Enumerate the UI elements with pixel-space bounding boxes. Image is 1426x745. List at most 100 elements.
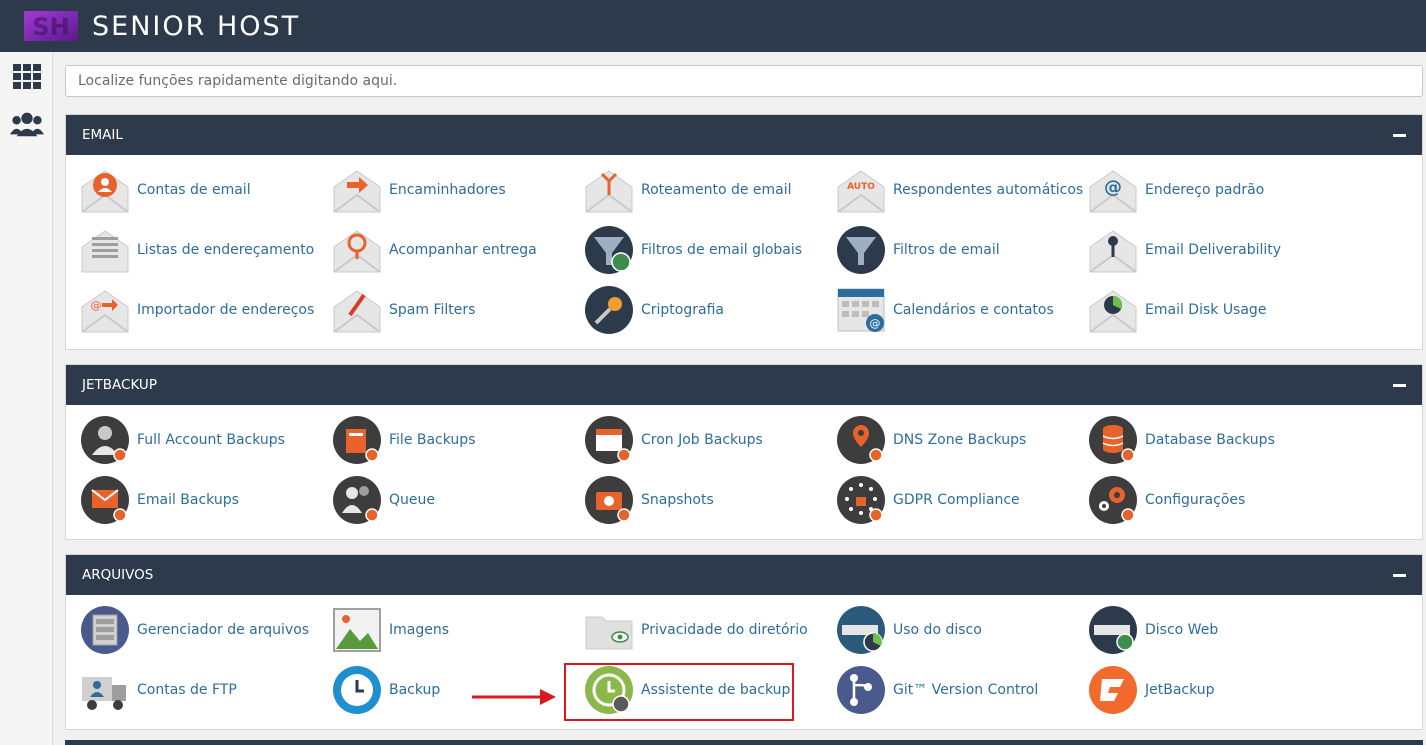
jetbackup-link[interactable]: JetBackup <box>1088 664 1328 716</box>
section-title: EMAIL <box>82 127 123 143</box>
svg-text:@: @ <box>1104 177 1122 198</box>
encryption-link[interactable]: Criptografia <box>584 284 824 336</box>
queue-icon <box>332 475 382 525</box>
next-section-header <box>65 740 1423 745</box>
section-arquivos: ARQUIVOS Gerenciador de arquivos Imagens… <box>65 554 1423 730</box>
item-label: Backup <box>389 682 441 698</box>
item-label: Assistente de backup <box>641 682 791 698</box>
calendar-icon: @ <box>836 285 886 335</box>
deliverability-icon <box>1088 225 1138 275</box>
item-label: Queue <box>389 492 435 508</box>
email-disk-usage-link[interactable]: Email Disk Usage <box>1088 284 1328 336</box>
item-label: Snapshots <box>641 492 714 508</box>
dns-zone-backups-icon <box>836 415 886 465</box>
item-label: DNS Zone Backups <box>893 432 1027 448</box>
item-label: Cron Job Backups <box>641 432 763 448</box>
images-link[interactable]: Imagens <box>332 604 572 656</box>
email-routing-icon <box>584 165 634 215</box>
track-delivery-link[interactable]: Acompanhar entrega <box>332 224 572 276</box>
track-delivery-icon <box>332 225 382 275</box>
email-backups-icon <box>80 475 130 525</box>
collapse-icon[interactable] <box>1393 133 1406 137</box>
autoresponder-icon: AUTO <box>836 165 886 215</box>
snapshots-icon <box>584 475 634 525</box>
email-accounts-link[interactable]: Contas de email <box>80 164 320 216</box>
calendar-link[interactable]: @ Calendários e contatos <box>836 284 1076 336</box>
autoresponder-link[interactable]: AUTO Respondentes automáticos <box>836 164 1083 216</box>
global-filters-icon <box>584 225 634 275</box>
backup-wizard-link[interactable]: Assistente de backup <box>584 664 824 716</box>
queue-link[interactable]: Queue <box>332 474 572 526</box>
section-title: JETBACKUP <box>82 377 157 393</box>
cron-job-backups-link[interactable]: Cron Job Backups <box>584 414 824 466</box>
git-version-control-link[interactable]: Git™ Version Control <box>836 664 1076 716</box>
senior-host-logo-icon[interactable]: SH <box>24 11 78 41</box>
forwarders-icon <box>332 165 382 215</box>
database-backups-link[interactable]: Database Backups <box>1088 414 1328 466</box>
section-header[interactable]: ARQUIVOS <box>66 555 1422 595</box>
mailing-lists-link[interactable]: Listas de endereçamento <box>80 224 320 276</box>
full-account-backups-icon <box>80 415 130 465</box>
section-header[interactable]: JETBACKUP <box>66 365 1422 405</box>
global-filters-link[interactable]: Filtros de email globais <box>584 224 824 276</box>
item-label: Calendários e contatos <box>893 302 1054 318</box>
settings-link[interactable]: Configurações <box>1088 474 1328 526</box>
file-backups-link[interactable]: File Backups <box>332 414 572 466</box>
grid-icon[interactable] <box>10 62 44 92</box>
spam-filters-link[interactable]: Spam Filters <box>332 284 572 336</box>
item-label: Listas de endereçamento <box>137 242 315 258</box>
dns-zone-backups-link[interactable]: DNS Zone Backups <box>836 414 1076 466</box>
section-jetbackup: JETBACKUP Full Account Backups File Back… <box>65 364 1423 540</box>
item-label: Roteamento de email <box>641 182 792 198</box>
full-account-backups-link[interactable]: Full Account Backups <box>80 414 320 466</box>
section-email: EMAIL Contas de email Encaminhadores Rot… <box>65 114 1423 350</box>
section-title: ARQUIVOS <box>82 567 154 583</box>
ftp-accounts-icon <box>80 665 130 715</box>
arrow-annotation-icon <box>472 689 556 705</box>
item-label: Spam Filters <box>389 302 476 318</box>
cron-job-backups-icon <box>584 415 634 465</box>
disk-usage-link[interactable]: Uso do disco <box>836 604 1076 656</box>
users-icon[interactable] <box>10 109 44 139</box>
email-routing-link[interactable]: Roteamento de email <box>584 164 824 216</box>
item-label: Importador de endereços <box>137 302 315 318</box>
auto-badge: AUTO <box>847 182 875 192</box>
default-address-link[interactable]: @ Endereço padrão <box>1088 164 1328 216</box>
address-importer-icon: @ <box>80 285 130 335</box>
deliverability-link[interactable]: Email Deliverability <box>1088 224 1328 276</box>
gdpr-compliance-link[interactable]: GDPR Compliance <box>836 474 1076 526</box>
item-label: Email Deliverability <box>1145 242 1282 258</box>
file-manager-link[interactable]: Gerenciador de arquivos <box>80 604 320 656</box>
spam-filters-icon <box>332 285 382 335</box>
snapshots-link[interactable]: Snapshots <box>584 474 824 526</box>
item-label: File Backups <box>389 432 476 448</box>
item-label: Filtros de email <box>893 242 1000 258</box>
svg-text:SH: SH <box>32 13 69 41</box>
forwarders-link[interactable]: Encaminhadores <box>332 164 572 216</box>
section-header[interactable]: EMAIL <box>66 115 1422 155</box>
file-manager-icon <box>80 605 130 655</box>
email-filters-icon <box>836 225 886 275</box>
item-label: Configurações <box>1145 492 1246 508</box>
address-importer-link[interactable]: @ Importador de endereços <box>80 284 320 336</box>
item-label: Acompanhar entrega <box>389 242 537 258</box>
item-label: Privacidade do diretório <box>641 622 808 638</box>
git-icon <box>836 665 886 715</box>
item-label: Filtros de email globais <box>641 242 803 258</box>
ftp-accounts-link[interactable]: Contas de FTP <box>80 664 320 716</box>
item-label: Email Backups <box>137 492 239 508</box>
collapse-icon[interactable] <box>1393 383 1406 387</box>
backup-wizard-icon <box>584 665 634 715</box>
collapse-icon[interactable] <box>1393 573 1406 577</box>
web-disk-link[interactable]: Disco Web <box>1088 604 1328 656</box>
email-filters-link[interactable]: Filtros de email <box>836 224 1076 276</box>
item-label: Uso do disco <box>893 622 982 638</box>
search-input[interactable] <box>65 65 1423 97</box>
directory-privacy-icon <box>584 605 634 655</box>
item-label: Contas de email <box>137 182 251 198</box>
email-accounts-icon <box>80 165 130 215</box>
mailing-lists-icon <box>80 225 130 275</box>
email-backups-link[interactable]: Email Backups <box>80 474 320 526</box>
directory-privacy-link[interactable]: Privacidade do diretório <box>584 604 824 656</box>
item-label: JetBackup <box>1145 682 1215 698</box>
